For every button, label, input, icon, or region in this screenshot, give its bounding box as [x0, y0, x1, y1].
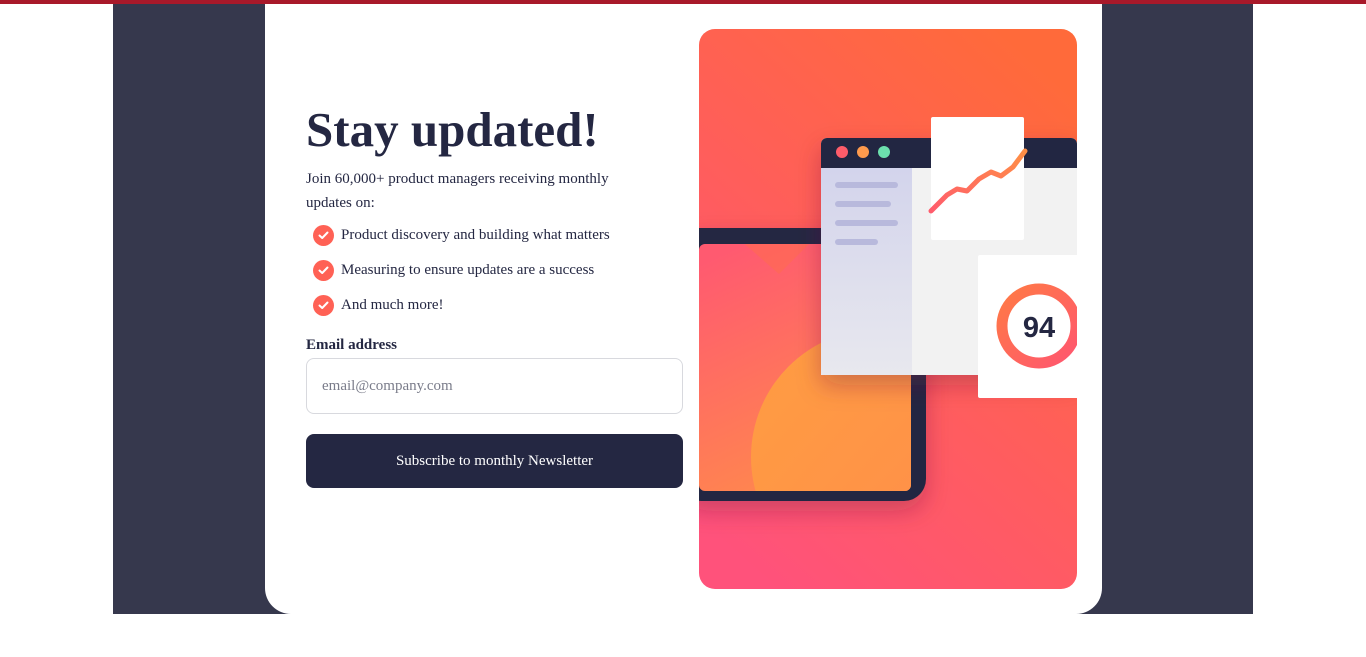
- window-close-dot: [836, 146, 848, 158]
- list-item: Product discovery and building what matt…: [313, 218, 610, 253]
- list-item: Measuring to ensure updates are a succes…: [313, 253, 610, 288]
- window-sidebar: [821, 168, 912, 375]
- window-maximize-dot: [878, 146, 890, 158]
- newsletter-card: Stay updated! Join 60,000+ product manag…: [265, 4, 1102, 614]
- subscribe-button[interactable]: Subscribe to monthly Newsletter: [306, 434, 683, 488]
- feature-text: Measuring to ensure updates are a succes…: [341, 262, 595, 278]
- feature-text: Product discovery and building what matt…: [341, 227, 610, 243]
- check-icon: [313, 225, 334, 246]
- hero-illustration: 94: [699, 29, 1077, 589]
- page-title: Stay updated!: [306, 102, 599, 157]
- check-icon: [313, 295, 334, 316]
- email-field[interactable]: [306, 358, 683, 414]
- email-label: Email address: [306, 337, 397, 353]
- list-item: And much more!: [313, 288, 610, 323]
- score-value: 94: [1023, 312, 1055, 344]
- check-icon: [313, 260, 334, 281]
- intro-text: Join 60,000+ product managers receiving …: [306, 171, 609, 211]
- line-chart-card: [928, 117, 1028, 240]
- window-minimize-dot: [857, 146, 869, 158]
- feature-list: Product discovery and building what matt…: [313, 218, 610, 323]
- illustration-graphic: 94: [699, 29, 1077, 589]
- score-card: 94: [978, 255, 1077, 398]
- feature-text: And much more!: [341, 297, 444, 313]
